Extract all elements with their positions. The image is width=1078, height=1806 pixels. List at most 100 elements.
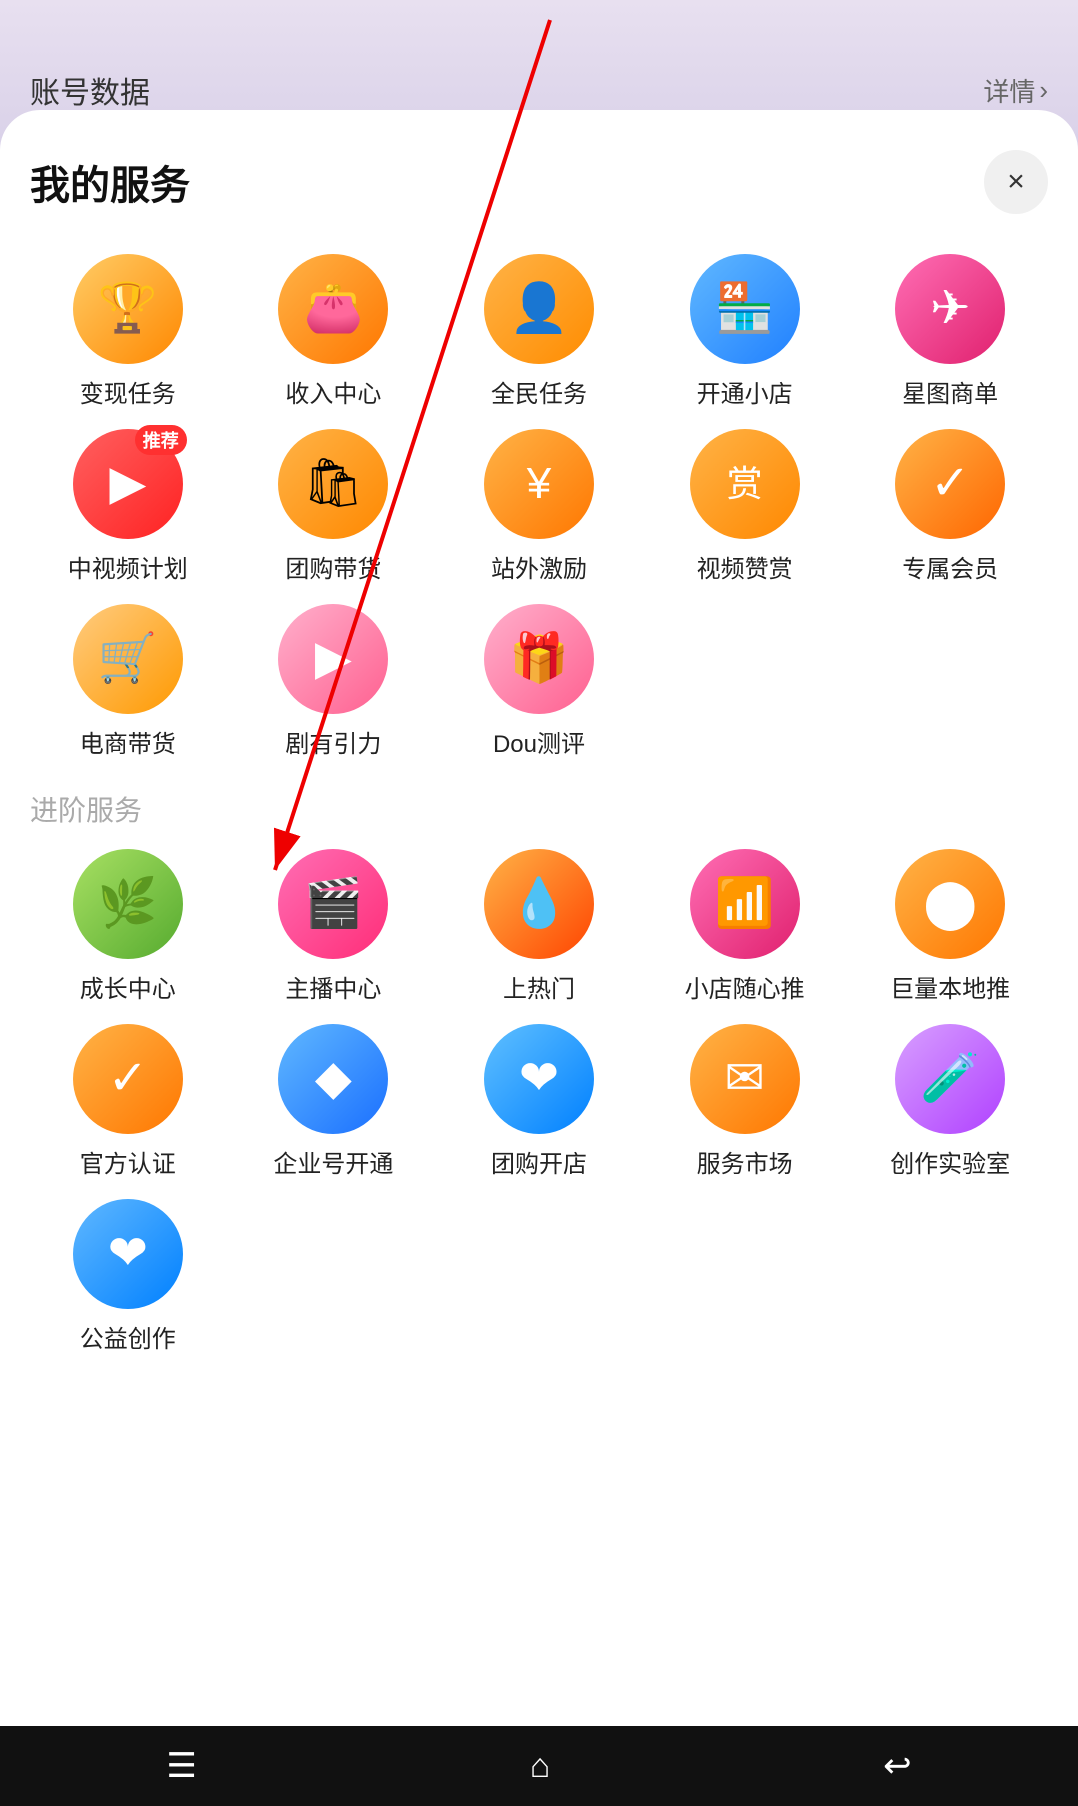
service-item-dou-test[interactable]: 🎁Dou测评 xyxy=(441,604,637,759)
modal-header: 我的服务 × xyxy=(30,150,1048,214)
service-item-group-open[interactable]: ❤ 团购开店 xyxy=(441,1024,637,1179)
service-item-local-push[interactable]: ⬤ 巨量本地推 xyxy=(852,849,1048,1004)
service-icon-glyph-mid-video: ▶ xyxy=(109,460,146,508)
service-label-all-task: 全民任务 xyxy=(491,374,587,409)
service-icon-wrap-income-center: 👛 xyxy=(278,254,388,364)
service-item-cash-task[interactable]: 🏆 变现任务 xyxy=(30,254,226,409)
service-icon-ecommerce: 🛒 xyxy=(73,604,183,714)
service-item-creation-lab[interactable]: 🧪创作实验室 xyxy=(852,1024,1048,1179)
service-item-video-reward[interactable]: 赏视频赞赏 xyxy=(647,429,843,584)
service-item-drama[interactable]: ▶ 剧有引力 xyxy=(236,604,432,759)
service-icon-wrap-video-reward: 赏 xyxy=(690,429,800,539)
menu-icon[interactable]: ☰ xyxy=(166,1746,196,1786)
service-icon-glyph-video-reward: 赏 xyxy=(727,466,763,502)
service-icon-glyph-all-task: 👤 xyxy=(509,285,569,333)
service-item-streamer[interactable]: 🎬 主播中心 xyxy=(236,849,432,1004)
advanced-section-title: 进阶服务 xyxy=(30,789,1048,829)
service-icon-wrap-external-reward: ¥ xyxy=(484,429,594,539)
service-icon-wrap-hot-trend: 💧 xyxy=(484,849,594,959)
service-icon-shop-push: 📶 xyxy=(690,849,800,959)
service-label-cert: 官方认证 xyxy=(80,1144,176,1179)
service-icon-glyph-creation-lab: 🧪 xyxy=(920,1055,980,1103)
service-item-mid-video[interactable]: ▶推荐中视频计划 xyxy=(30,429,226,584)
service-item-service-market[interactable]: ✉服务市场 xyxy=(647,1024,843,1179)
service-item-open-shop[interactable]: 🏪开通小店 xyxy=(647,254,843,409)
service-item-ecommerce[interactable]: 🛒电商带货 xyxy=(30,604,226,759)
service-icon-glyph-open-shop: 🏪 xyxy=(715,285,775,333)
service-icon-service-market: ✉ xyxy=(690,1024,800,1134)
service-label-local-push: 巨量本地推 xyxy=(890,969,1010,1004)
service-icon-glyph-external-reward: ¥ xyxy=(527,462,551,506)
advanced-service-grid: 🌿成长中心 🎬 主播中心 💧 上热门 📶 小店随心推 ⬤ 巨量本地推 ✓ 官方认证 ◆ 企业号开通 ❤ 团购… xyxy=(30,849,1048,1354)
service-icon-wrap-public-welfare: ❤ xyxy=(73,1199,183,1309)
service-item-public-welfare[interactable]: ❤ 公益创作 xyxy=(30,1199,226,1354)
service-icon-wrap-shop-push: 📶 xyxy=(690,849,800,959)
service-icon-wrap-enterprise: ◆ xyxy=(278,1024,388,1134)
service-icon-drama: ▶ xyxy=(278,604,388,714)
service-item-enterprise[interactable]: ◆ 企业号开通 xyxy=(236,1024,432,1179)
service-item-hot-trend[interactable]: 💧 上热门 xyxy=(441,849,637,1004)
service-label-star-chart: 星图商单 xyxy=(902,374,998,409)
service-item-cert[interactable]: ✓ 官方认证 xyxy=(30,1024,226,1179)
service-icon-wrap-local-push: ⬤ xyxy=(895,849,1005,959)
service-label-drama: 剧有引力 xyxy=(285,724,381,759)
service-icon-growth: 🌿 xyxy=(73,849,183,959)
service-label-vip: 专属会员 xyxy=(902,549,998,584)
service-item-growth[interactable]: 🌿成长中心 xyxy=(30,849,226,1004)
service-item-star-chart[interactable]: ✈ 星图商单 xyxy=(852,254,1048,409)
service-label-video-reward: 视频赞赏 xyxy=(697,549,793,584)
service-icon-glyph-drama: ▶ xyxy=(315,635,352,683)
service-icon-wrap-growth: 🌿 xyxy=(73,849,183,959)
detail-link[interactable]: 详情 › xyxy=(983,72,1048,109)
service-icon-star-chart: ✈ xyxy=(895,254,1005,364)
service-icon-wrap-cash-task: 🏆 xyxy=(73,254,183,364)
service-icon-local-push: ⬤ xyxy=(895,849,1005,959)
service-icon-dou-test: 🎁 xyxy=(484,604,594,714)
service-item-external-reward[interactable]: ¥站外激励 xyxy=(441,429,637,584)
service-icon-wrap-service-market: ✉ xyxy=(690,1024,800,1134)
service-label-hot-trend: 上热门 xyxy=(503,969,575,1004)
service-label-public-welfare: 公益创作 xyxy=(80,1319,176,1354)
service-icon-glyph-star-chart: ✈ xyxy=(930,285,970,333)
service-icon-glyph-cert: ✓ xyxy=(108,1055,148,1103)
service-modal: 我的服务 × 🏆 变现任务 👛收入中心 👤 全民任务 🏪开通小店 ✈ 星图商单 ▶推荐中视频计划… xyxy=(0,110,1078,1726)
home-icon[interactable]: ⌂ xyxy=(530,1747,551,1786)
service-item-all-task[interactable]: 👤 全民任务 xyxy=(441,254,637,409)
service-icon-wrap-open-shop: 🏪 xyxy=(690,254,800,364)
service-icon-enterprise: ◆ xyxy=(278,1024,388,1134)
service-icon-wrap-drama: ▶ xyxy=(278,604,388,714)
service-icon-glyph-group-buy: 🛍 xyxy=(303,460,364,508)
bottom-navigation: ☰ ⌂ ↩ xyxy=(0,1726,1078,1806)
service-icon-cash-task: 🏆 xyxy=(73,254,183,364)
service-icon-glyph-local-push: ⬤ xyxy=(923,880,977,928)
service-label-group-open: 团购开店 xyxy=(491,1144,587,1179)
service-icon-all-task: 👤 xyxy=(484,254,594,364)
service-label-cash-task: 变现任务 xyxy=(80,374,176,409)
basic-service-grid: 🏆 变现任务 👛收入中心 👤 全民任务 🏪开通小店 ✈ 星图商单 ▶推荐中视频计划🛍团购带货¥站… xyxy=(30,254,1048,759)
service-icon-glyph-hot-trend: 💧 xyxy=(509,880,569,928)
service-item-vip[interactable]: ✓ 专属会员 xyxy=(852,429,1048,584)
service-icon-creation-lab: 🧪 xyxy=(895,1024,1005,1134)
service-label-shop-push: 小店随心推 xyxy=(685,969,805,1004)
service-icon-glyph-enterprise: ◆ xyxy=(315,1055,352,1103)
service-icon-wrap-vip: ✓ xyxy=(895,429,1005,539)
service-icon-wrap-group-open: ❤ xyxy=(484,1024,594,1134)
service-item-income-center[interactable]: 👛收入中心 xyxy=(236,254,432,409)
service-icon-glyph-income-center: 👛 xyxy=(304,285,364,333)
service-label-enterprise: 企业号开通 xyxy=(273,1144,393,1179)
service-icon-cert: ✓ xyxy=(73,1024,183,1134)
back-icon[interactable]: ↩ xyxy=(883,1746,912,1786)
service-icon-glyph-shop-push: 📶 xyxy=(715,880,775,928)
service-item-group-buy[interactable]: 🛍团购带货 xyxy=(236,429,432,584)
service-icon-external-reward: ¥ xyxy=(484,429,594,539)
modal-title: 我的服务 xyxy=(30,153,190,211)
service-item-shop-push[interactable]: 📶 小店随心推 xyxy=(647,849,843,1004)
close-button[interactable]: × xyxy=(984,150,1048,214)
service-icon-streamer: 🎬 xyxy=(278,849,388,959)
service-icon-wrap-all-task: 👤 xyxy=(484,254,594,364)
service-icon-vip: ✓ xyxy=(895,429,1005,539)
service-icon-group-buy: 🛍 xyxy=(278,429,388,539)
service-icon-open-shop: 🏪 xyxy=(690,254,800,364)
service-label-streamer: 主播中心 xyxy=(285,969,381,1004)
service-icon-hot-trend: 💧 xyxy=(484,849,594,959)
